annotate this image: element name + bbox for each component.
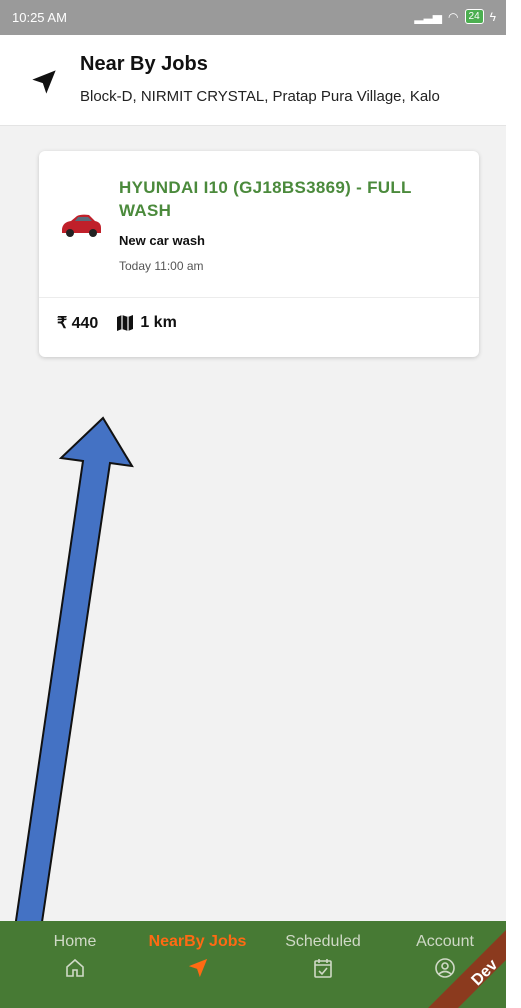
jobs-list: HYUNDAI I10 (GJ18BS3869) - FULL WASH New… [0,126,506,926]
job-footer: ₹ 440 1 km [57,313,177,333]
tab-scheduled-label: Scheduled [285,933,361,950]
page-title: Near By Jobs [80,53,208,75]
navigation-arrow-icon [32,70,56,94]
tab-nearby-jobs-label: NearBy Jobs [148,933,247,950]
card-divider [39,297,479,298]
calendar-check-icon [314,959,332,978]
current-address[interactable]: Block-D, NIRMIT CRYSTAL, Pratap Pura Vil… [80,88,506,105]
signal-icon: ▂▃▅ [414,9,443,24]
job-title: HYUNDAI I10 (GJ18BS3869) - FULL WASH [119,178,412,220]
job-distance: 1 km [140,314,177,331]
job-price: ₹ 440 [57,315,99,332]
dev-ribbon: Dev [428,930,506,1008]
status-bar: 10:25 AM ▂▃▅ ◠ 24 ϟ [0,0,506,35]
status-icons: ▂▃▅ ◠ 24 ϟ [414,9,496,24]
tab-home-label: Home [53,933,97,950]
tab-home[interactable]: Home [35,921,115,1008]
map-icon [117,315,134,331]
navigation-arrow-icon [188,958,207,978]
battery-icon: 24 [464,9,484,24]
page-header: Near By Jobs Block-D, NIRMIT CRYSTAL, Pr… [0,35,506,126]
status-time: 10:25 AM [12,10,67,25]
screen-edge [506,0,521,1008]
job-service: New car wash [119,233,205,248]
tab-nearby-jobs[interactable]: NearBy Jobs [135,921,260,1008]
bottom-navigation: Home NearBy Jobs Scheduled Account Dev [0,921,506,1008]
job-card[interactable]: HYUNDAI I10 (GJ18BS3869) - FULL WASH New… [39,151,479,357]
charging-icon: ϟ [489,9,496,24]
job-time: Today 11:00 am [119,259,204,273]
wifi-icon: ◠ [448,9,459,24]
car-icon [62,214,101,237]
tab-scheduled[interactable]: Scheduled [268,921,378,1008]
home-icon [66,958,84,977]
